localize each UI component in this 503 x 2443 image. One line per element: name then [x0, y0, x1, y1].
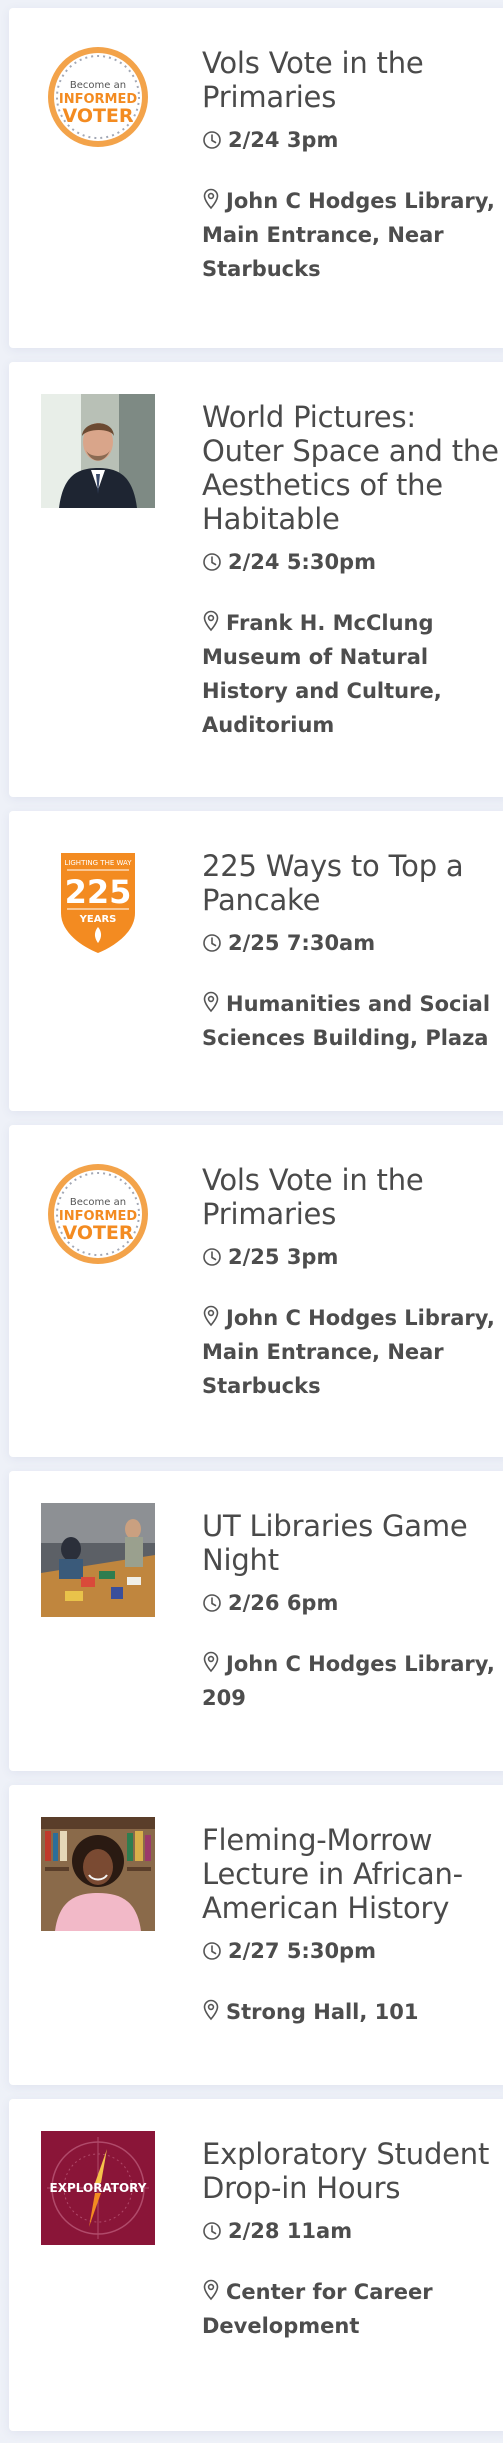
event-card[interactable]: Become an INFORMED VOTER Vols Vote in th… — [9, 1125, 503, 1457]
event-title[interactable]: Vols Vote in the Primaries — [202, 1163, 502, 1231]
clock-icon — [202, 2221, 222, 2241]
event-datetime: 2/27 5:30pm — [202, 1937, 502, 1965]
event-title[interactable]: 225 Ways to Top a Pancake — [202, 849, 502, 917]
informed-voter-badge-image: Become an INFORMED VOTER — [41, 1157, 155, 1271]
informed-voter-badge-image: Become an INFORMED VOTER — [41, 40, 155, 154]
map-pin-icon — [202, 1999, 220, 2021]
badge-text-line3: VOTER — [62, 1222, 133, 1244]
map-pin-icon — [202, 2279, 220, 2301]
shield-text-line2: 225 — [65, 873, 132, 911]
event-datetime: 2/24 5:30pm — [202, 548, 502, 576]
shield-text-line1: LIGHTING THE WAY — [64, 859, 132, 867]
exploratory-compass-graphic: EXPLORATORY — [41, 2131, 155, 2245]
ut-225-years-shield-image: LIGHTING THE WAY 225 YEARS — [41, 843, 155, 957]
event-title[interactable]: World Pictures: Outer Space and the Aest… — [202, 400, 502, 536]
exploratory-label: EXPLORATORY — [50, 2181, 147, 2195]
event-location: John C Hodges Library, Main Entrance, Ne… — [202, 1301, 502, 1403]
event-location: Center for Career Development — [202, 2275, 502, 2343]
shield-text-line3: YEARS — [79, 914, 117, 925]
event-list: Become an INFORMED VOTER Vols Vote in th… — [0, 0, 503, 2443]
event-datetime-text: 2/25 3pm — [228, 1245, 339, 1269]
event-card[interactable]: EXPLORATORY Exploratory Student Drop-in … — [9, 2099, 503, 2431]
event-location: Frank H. McClung Museum of Natural Histo… — [202, 606, 502, 742]
event-datetime-text: 2/27 5:30pm — [228, 1939, 376, 1963]
event-location: Humanities and Social Sciences Building,… — [202, 987, 502, 1055]
event-location-text: Strong Hall, 101 — [226, 2000, 419, 2024]
event-location-text: John C Hodges Library, Main Entrance, Ne… — [202, 1306, 495, 1398]
event-datetime-text: 2/25 7:30am — [228, 931, 376, 955]
event-card[interactable]: Become an INFORMED VOTER Vols Vote in th… — [9, 8, 503, 348]
event-location: John C Hodges Library, Main Entrance, Ne… — [202, 184, 502, 286]
event-datetime: 2/25 3pm — [202, 1243, 502, 1271]
clock-icon — [202, 1593, 222, 1613]
clock-icon — [202, 1941, 222, 1961]
event-location: Strong Hall, 101 — [202, 1995, 502, 2029]
event-datetime: 2/26 6pm — [202, 1589, 502, 1617]
event-datetime-text: 2/28 11am — [228, 2219, 353, 2243]
event-location-text: John C Hodges Library, Main Entrance, Ne… — [202, 189, 495, 281]
event-datetime: 2/28 11am — [202, 2217, 502, 2245]
event-title[interactable]: Exploratory Student Drop-in Hours — [202, 2137, 502, 2205]
badge-text-line3: VOTER — [62, 105, 133, 127]
event-location-text: Humanities and Social Sciences Building,… — [202, 992, 491, 1050]
event-location: John C Hodges Library, 209 — [202, 1647, 502, 1715]
event-datetime: 2/24 3pm — [202, 126, 502, 154]
event-card[interactable]: LIGHTING THE WAY 225 YEARS 225 Ways to T… — [9, 811, 503, 1111]
event-location-text: John C Hodges Library, 209 — [202, 1652, 495, 1710]
event-card[interactable]: Fleming-Morrow Lecture in African-Americ… — [9, 1785, 503, 2085]
event-card[interactable]: World Pictures: Outer Space and the Aest… — [9, 362, 503, 797]
event-location-text: Center for Career Development — [202, 2280, 433, 2338]
event-location-text: Frank H. McClung Museum of Natural Histo… — [202, 611, 442, 737]
event-title[interactable]: Vols Vote in the Primaries — [202, 46, 502, 114]
map-pin-icon — [202, 1305, 220, 1327]
clock-icon — [202, 130, 222, 150]
event-datetime-text: 2/24 5:30pm — [228, 550, 376, 574]
clock-icon — [202, 1247, 222, 1267]
map-pin-icon — [202, 188, 220, 210]
event-datetime-text: 2/24 3pm — [228, 128, 339, 152]
event-title[interactable]: Fleming-Morrow Lecture in African-Americ… — [202, 1823, 502, 1925]
map-pin-icon — [202, 991, 220, 1013]
event-card[interactable]: UT Libraries Game Night 2/26 6pm John C … — [9, 1471, 503, 1771]
clock-icon — [202, 933, 222, 953]
event-datetime-text: 2/26 6pm — [228, 1591, 339, 1615]
badge-text-line1: Become an — [70, 80, 126, 91]
event-title[interactable]: UT Libraries Game Night — [202, 1509, 502, 1577]
speaker-portrait-photo — [41, 394, 155, 508]
event-datetime: 2/25 7:30am — [202, 929, 502, 957]
lecturer-portrait-photo — [41, 1817, 155, 1931]
map-pin-icon — [202, 1651, 220, 1673]
badge-text-line1: Become an — [70, 1197, 126, 1208]
game-night-photo — [41, 1503, 155, 1617]
clock-icon — [202, 552, 222, 572]
map-pin-icon — [202, 610, 220, 632]
